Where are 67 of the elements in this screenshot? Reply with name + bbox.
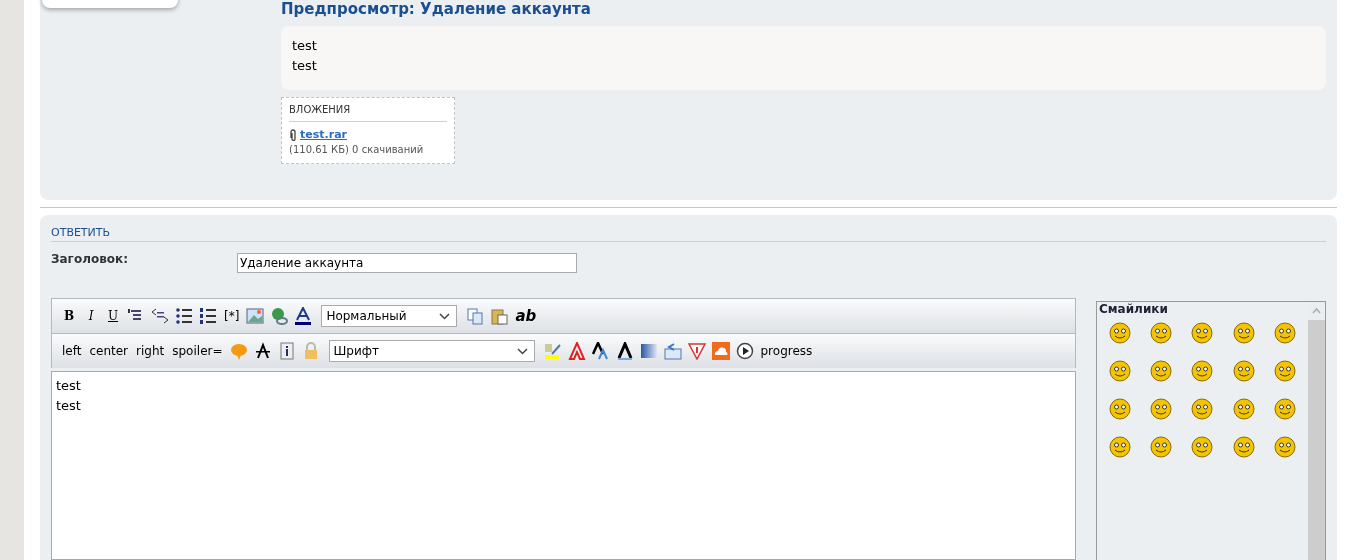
font-color-icon bbox=[294, 307, 313, 325]
file-link[interactable]: test.rar bbox=[300, 128, 347, 141]
toolbar-dropdown[interactable]: Нормальный bbox=[321, 305, 458, 327]
smiley-icon[interactable] bbox=[1108, 322, 1131, 344]
smiley-icon[interactable] bbox=[1108, 436, 1131, 458]
smiley-icon[interactable] bbox=[1274, 322, 1297, 344]
copy-icon bbox=[466, 307, 485, 325]
smiley-icon[interactable] bbox=[1108, 398, 1131, 420]
smiley-icon[interactable] bbox=[1191, 360, 1214, 382]
smiley-icon[interactable] bbox=[1232, 322, 1255, 344]
highlighter-icon bbox=[543, 342, 562, 360]
post-body: test test bbox=[281, 26, 1326, 90]
smiley-icon[interactable] bbox=[1150, 398, 1173, 420]
file-meta: (110.61 КБ) 0 скачиваний bbox=[289, 144, 425, 155]
toolbar-button[interactable]: [*] bbox=[220, 304, 244, 328]
toolbar-button[interactable]: I bbox=[80, 304, 102, 328]
smiley-icon[interactable] bbox=[1274, 360, 1297, 382]
smiley-icon[interactable] bbox=[1150, 436, 1173, 458]
smiley-icon[interactable] bbox=[1232, 398, 1255, 420]
paste-icon bbox=[490, 307, 509, 325]
scroll-up-icon bbox=[1312, 308, 1321, 314]
caret-icon bbox=[439, 312, 451, 320]
message-textarea[interactable]: test test bbox=[51, 371, 1076, 560]
toolbar-dropdown[interactable]: Шрифт bbox=[328, 340, 535, 362]
shadowed-letter-icon bbox=[591, 342, 610, 360]
smiley-icon[interactable] bbox=[1191, 322, 1214, 344]
toolbar-button[interactable]: B bbox=[58, 304, 80, 328]
toolbar-button[interactable]: left bbox=[58, 339, 86, 363]
warning-icon bbox=[687, 342, 706, 360]
toolbar-button[interactable]: right bbox=[132, 339, 169, 363]
smiley-icon[interactable] bbox=[1232, 436, 1255, 458]
picture-icon bbox=[246, 307, 265, 325]
caret-icon bbox=[516, 347, 528, 355]
smiley-icon[interactable] bbox=[1191, 398, 1214, 420]
subject-input[interactable]: Удаление аккаунта bbox=[237, 253, 577, 273]
code-icon bbox=[151, 307, 169, 325]
preview-title: Предпросмотр: Удаление аккаунта bbox=[281, 0, 592, 18]
smiley-icon[interactable] bbox=[1232, 360, 1255, 382]
bullet-list-icon bbox=[175, 307, 193, 325]
outlined-letter-icon bbox=[567, 342, 586, 360]
subject-label: Заголовок: bbox=[51, 252, 129, 268]
numbered-list-icon bbox=[199, 307, 217, 325]
smiley-icon[interactable] bbox=[1150, 360, 1173, 382]
gradient-icon bbox=[639, 342, 658, 360]
info-icon bbox=[277, 342, 296, 360]
mail-arrow-icon bbox=[663, 342, 682, 360]
glow-letter-icon bbox=[615, 342, 634, 360]
toolbar-button[interactable]: spoiler= bbox=[168, 339, 227, 363]
smiley-icon[interactable] bbox=[1274, 398, 1297, 420]
reply-heading: ОТВЕТИТЬ bbox=[51, 226, 1326, 242]
smiley-icon[interactable] bbox=[1274, 436, 1297, 458]
smilies-title: Смайлики bbox=[1099, 302, 1169, 316]
attachments-heading: ВЛОЖЕНИЯ bbox=[289, 104, 447, 122]
globe-link-icon bbox=[270, 307, 289, 325]
scrollbar[interactable] bbox=[1308, 302, 1325, 560]
smiley-icon[interactable] bbox=[1191, 436, 1214, 458]
paperclip-icon bbox=[289, 128, 297, 141]
strikethrough-icon bbox=[253, 342, 272, 360]
speech-bubble-icon bbox=[229, 342, 248, 360]
toolbar-button[interactable]: center bbox=[85, 339, 133, 363]
play-icon bbox=[735, 342, 754, 360]
cloud-icon bbox=[711, 342, 730, 360]
toolbar-button[interactable]: ab bbox=[511, 304, 541, 328]
smiley-icon[interactable] bbox=[1150, 322, 1173, 344]
smiley-icon[interactable] bbox=[1108, 360, 1131, 382]
toolbar-button[interactable]: progress bbox=[756, 339, 817, 363]
toolbar-button[interactable]: U bbox=[102, 304, 124, 328]
